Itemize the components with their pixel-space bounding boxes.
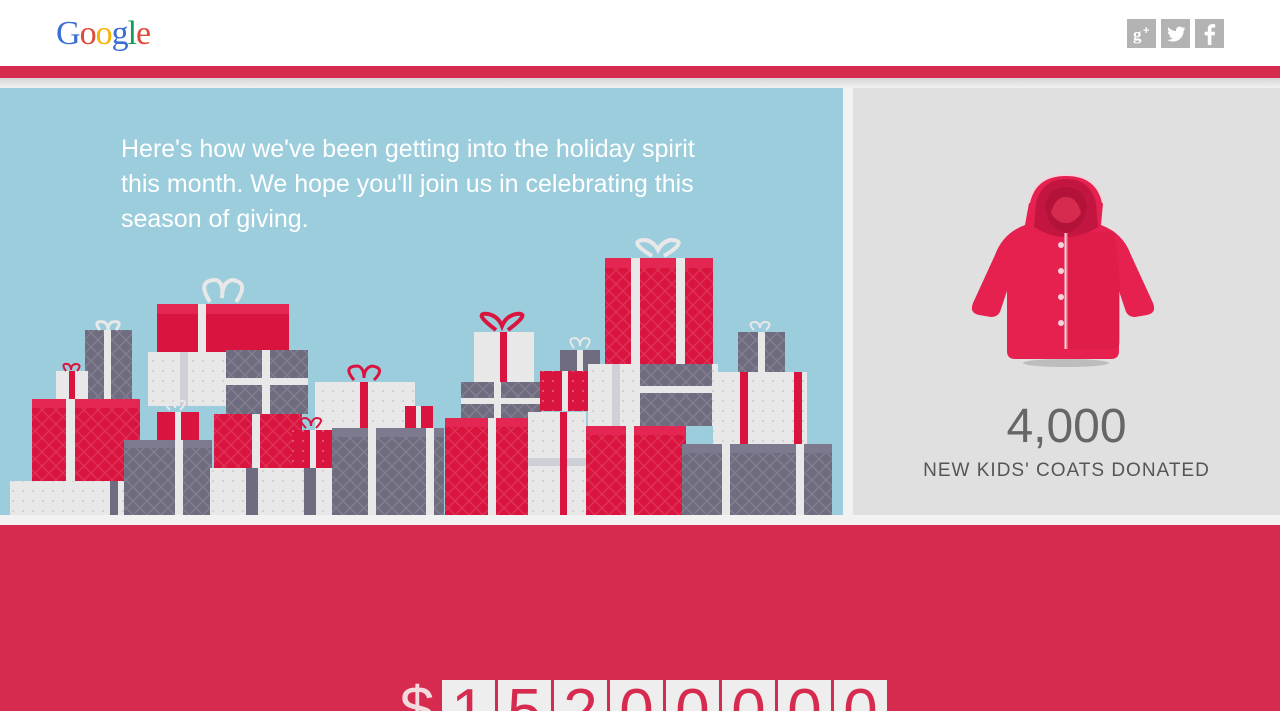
coats-stat-panel: 4,000 NEW KIDS' COATS DONATED <box>853 88 1280 515</box>
gift-box <box>148 350 308 414</box>
gift-box <box>682 444 832 515</box>
gift-box <box>210 468 332 515</box>
header-accent-bar <box>0 66 1280 78</box>
social-links: g + <box>1127 19 1224 48</box>
gift-box <box>605 237 713 368</box>
svg-text:+: + <box>1143 25 1149 37</box>
counter-digit: 0 <box>610 680 663 711</box>
hero-panel: Here's how we've been getting into the h… <box>0 88 843 515</box>
gift-box <box>540 371 588 411</box>
counter-digit: 1 <box>442 680 495 711</box>
counter-digit: 0 <box>778 680 831 711</box>
logo-letter: l <box>127 15 138 52</box>
gift-box <box>405 406 433 428</box>
gift-box <box>332 428 444 515</box>
logo-letter: g <box>111 15 129 52</box>
coats-label: NEW KIDS' COATS DONATED <box>923 460 1210 481</box>
donation-counter-section: $ 15200000 <box>0 525 1280 711</box>
gift-box <box>713 372 807 444</box>
gift-box <box>85 320 132 400</box>
header: Google g + <box>0 0 1280 66</box>
twitter-button[interactable] <box>1161 19 1190 48</box>
counter-digit: 0 <box>722 680 775 711</box>
gift-box <box>586 426 686 515</box>
gift-box <box>445 418 535 515</box>
gift-box <box>157 399 199 440</box>
header-shadow <box>0 78 1280 88</box>
gift-box <box>124 440 212 515</box>
gift-box <box>588 364 718 426</box>
google-logo[interactable]: Google <box>56 14 151 54</box>
logo-letter: G <box>56 15 81 52</box>
google-plus-button[interactable]: g + <box>1127 19 1156 48</box>
currency-symbol: $ <box>399 675 435 711</box>
donation-counter: $ 15200000 <box>395 675 887 711</box>
counter-digit: 5 <box>498 680 551 711</box>
gift-box <box>214 414 302 470</box>
gift-box <box>528 412 586 515</box>
facebook-icon <box>1204 23 1215 45</box>
twitter-icon <box>1166 26 1186 42</box>
gift-box <box>315 364 415 430</box>
gift-box <box>56 362 88 401</box>
facebook-button[interactable] <box>1195 19 1224 48</box>
google-plus-icon: g + <box>1133 25 1149 44</box>
gift-box <box>157 277 289 352</box>
coat-icon <box>971 173 1155 367</box>
logo-letter: o <box>95 15 113 52</box>
counter-digit: 0 <box>666 680 719 711</box>
gift-box <box>474 311 534 384</box>
gift-box <box>10 481 128 515</box>
logo-letter: e <box>136 15 151 52</box>
counter-digit: 2 <box>554 680 607 711</box>
svg-text:g: g <box>1133 25 1142 44</box>
coats-count: 4,000 <box>1006 400 1127 453</box>
gift-box <box>738 320 785 376</box>
counter-digit: 0 <box>834 680 887 711</box>
gift-box <box>32 399 140 483</box>
hero-intro-text: Here's how we've been getting into the h… <box>121 135 695 233</box>
logo-letter: o <box>79 15 97 52</box>
